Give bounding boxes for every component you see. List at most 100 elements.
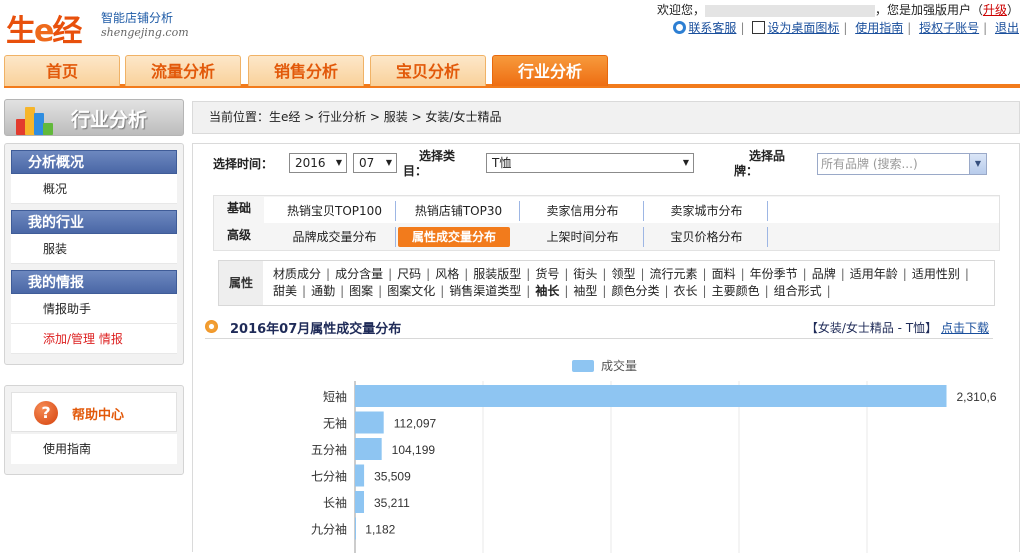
bullet-icon <box>205 320 218 333</box>
nav-tab-sales[interactable]: 销售分析 <box>248 55 364 86</box>
advanced-level-label: 高级 <box>226 228 251 242</box>
attribute-separator: | <box>802 267 807 281</box>
attribute-separator: | <box>840 267 845 281</box>
logout-link[interactable]: 退出 <box>995 21 1019 35</box>
sidebar-title-text: 行业分析 <box>71 109 148 131</box>
tab-seller-credit[interactable]: 卖家信用分布 <box>522 201 644 221</box>
attribute-volume-chart: 成交量短袖 2,310,6 无袖 112,097 五分袖 104,199 七分袖 35,509… <box>311 358 997 553</box>
tab-attribute-volume[interactable]: 属性成交量分布 <box>398 227 510 247</box>
main-panel: 选择时间： 2016 ▼ 07 ▼ 选择类 目： T恤 ▼ 选择品 牌： 所有品牌 (… <box>192 143 1020 553</box>
attribute-item[interactable]: 通勤 <box>311 284 335 298</box>
value-label: 1,182 <box>365 523 395 537</box>
sidebar-item-manage-intel[interactable]: 添加/管理 情报 <box>11 324 177 354</box>
tab-price-distribution[interactable]: 宝贝价格分布 <box>646 227 768 247</box>
chart-bar <box>355 491 365 513</box>
sidebar-menu: 分析概况 概况 我的行业 服装 我的情报 情报助手 添加/管理 情报 <box>4 143 184 365</box>
attribute-item[interactable]: 流行元素 <box>650 267 698 281</box>
category-label: 七分袖 <box>311 469 347 484</box>
attribute-item[interactable]: 尺码 <box>397 267 421 281</box>
tab-seller-city[interactable]: 卖家城市分布 <box>646 201 768 221</box>
attribute-item[interactable]: 颜色分类 <box>611 284 659 298</box>
attribute-separator: | <box>602 284 607 298</box>
attribute-separator: | <box>440 284 445 298</box>
chevron-down-icon[interactable]: ▼ <box>969 154 986 174</box>
customer-service-icon <box>673 21 687 34</box>
upgrade-link[interactable]: 升级 <box>983 3 1007 17</box>
attribute-list: 属性 材质成分 | 成分含量 | 尺码 | 风格 | 服装版型 | 货号 | 街头 | 领型 | 流行元素 | 面料… <box>218 260 995 306</box>
attribute-item[interactable]: 街头 <box>573 267 597 281</box>
attribute-label: 属性 <box>219 261 263 305</box>
attribute-separator: | <box>740 267 745 281</box>
attribute-item[interactable]: 年份季节 <box>750 267 798 281</box>
category-select[interactable]: T恤 ▼ <box>486 153 694 173</box>
attribute-separator: | <box>702 284 707 298</box>
site-logo[interactable]: 生e经 智能店铺分析 shengejing.com <box>6 4 196 49</box>
attribute-separator: | <box>664 284 669 298</box>
sidebar-item-overview[interactable]: 概况 <box>11 174 177 204</box>
attribute-item[interactable]: 领型 <box>611 267 635 281</box>
chart-bar <box>355 517 356 540</box>
category-label: 九分袖 <box>311 522 347 537</box>
nav-tab-items[interactable]: 宝贝分析 <box>370 55 486 86</box>
help-item-user-guide[interactable]: 使用指南 <box>11 434 177 464</box>
attribute-separator: | <box>640 267 645 281</box>
user-guide-link[interactable]: 使用指南 <box>855 21 903 35</box>
attribute-item[interactable]: 衣长 <box>674 284 698 298</box>
attribute-item[interactable]: 货号 <box>535 267 559 281</box>
attribute-item[interactable]: 主要颜色 <box>712 284 760 298</box>
help-center-box: ? 帮助中心 使用指南 <box>4 385 184 475</box>
sidebar-title: 行业分析 <box>4 99 184 136</box>
download-link[interactable]: 点击下载 <box>941 321 989 335</box>
tab-top30-shops[interactable]: 热销店铺TOP30 <box>398 201 520 221</box>
attribute-item[interactable]: 品牌 <box>812 267 836 281</box>
chart-header: 2016年07月属性成交量分布 【女装/女士精品 - T恤】 点击下载 <box>205 315 993 339</box>
attribute-item[interactable]: 组合形式 <box>774 284 822 298</box>
attribute-separator: | <box>378 284 383 298</box>
sidebar-header-overview[interactable]: 分析概况 <box>11 150 177 174</box>
attribute-separator: | <box>964 267 969 281</box>
nav-tab-traffic[interactable]: 流量分析 <box>125 55 241 86</box>
value-label: 35,211 <box>374 496 410 510</box>
nav-tab-industry[interactable]: 行业分析 <box>492 55 608 86</box>
analysis-tabs: 基础 热销宝贝TOP100 热销店铺TOP30 卖家信用分布 卖家城市分布 高级… <box>213 195 1000 251</box>
attribute-item[interactable]: 袖型 <box>573 284 597 298</box>
attribute-item[interactable]: 图案文化 <box>387 284 435 298</box>
welcome-text: 欢迎您， <box>656 3 705 17</box>
sidebar-item-intel-assistant[interactable]: 情报助手 <box>11 294 177 324</box>
attribute-item[interactable]: 材质成分 <box>273 267 321 281</box>
attribute-item[interactable]: 图案 <box>349 284 373 298</box>
category-label: 无袖 <box>323 416 347 431</box>
brand-label-line2: 牌： <box>734 164 759 178</box>
attribute-item[interactable]: 适用年龄 <box>850 267 898 281</box>
attribute-item[interactable]: 袖长 <box>535 284 559 298</box>
tab-listing-time[interactable]: 上架时间分布 <box>522 227 644 247</box>
set-desktop-icon-link[interactable]: 设为桌面图标 <box>767 21 839 35</box>
sidebar-header-my-intel[interactable]: 我的情报 <box>11 270 177 294</box>
brand-search-input[interactable]: 所有品牌 (搜索...) ▼ <box>817 153 987 175</box>
attribute-separator: | <box>826 284 831 298</box>
sidebar-header-my-industry[interactable]: 我的行业 <box>11 210 177 234</box>
tab-top100-items[interactable]: 热销宝贝TOP100 <box>274 201 396 221</box>
category-label: 短袖 <box>323 389 347 404</box>
chart-bar <box>355 464 365 487</box>
help-center-header: ? 帮助中心 <box>11 392 177 432</box>
authorize-subaccount-link[interactable]: 授权子账号 <box>919 21 979 35</box>
user-level-text: ，您是加强版用户（ <box>874 3 983 17</box>
attribute-separator: | <box>702 267 707 281</box>
tab-brand-volume[interactable]: 品牌成交量分布 <box>274 227 396 247</box>
attribute-item[interactable]: 销售渠道类型 <box>449 284 521 298</box>
attribute-item[interactable]: 风格 <box>435 267 459 281</box>
nav-tab-home[interactable]: 首页 <box>4 55 120 86</box>
year-select[interactable]: 2016 ▼ <box>289 153 347 173</box>
help-center-title: 帮助中心 <box>72 408 125 423</box>
month-select[interactable]: 07 ▼ <box>353 153 397 173</box>
legend-swatch <box>572 360 594 372</box>
attribute-item[interactable]: 成分含量 <box>335 267 383 281</box>
attribute-item[interactable]: 服装版型 <box>473 267 521 281</box>
contact-service-link[interactable]: 联系客服 <box>688 21 736 35</box>
attribute-item[interactable]: 适用性别 <box>912 267 960 281</box>
attribute-item[interactable]: 甜美 <box>273 284 297 298</box>
attribute-item[interactable]: 面料 <box>712 267 736 281</box>
sidebar-item-apparel[interactable]: 服装 <box>11 234 177 264</box>
category-label: 五分袖 <box>311 442 347 457</box>
